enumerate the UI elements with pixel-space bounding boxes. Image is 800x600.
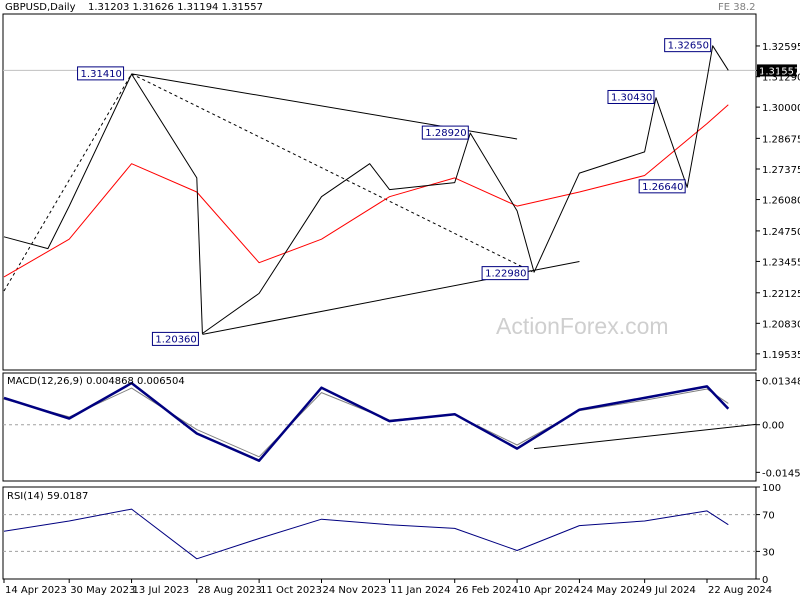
- x-tick-label: 14 Apr 2023: [5, 585, 67, 596]
- price-y-tick-label: 1.22125: [762, 289, 800, 300]
- x-tick-label: 30 May 2023: [70, 585, 135, 596]
- x-tick-label: 22 Aug 2024: [708, 585, 772, 596]
- rsi-y-tick-label: 100: [762, 483, 781, 494]
- chart-canvas: ActionForex.com 1.31410 1.20360 1.28920 1.2…: [0, 0, 800, 600]
- rsi-label: RSI(14) 59.0187: [7, 491, 88, 502]
- pivot-label: 1.30430: [611, 92, 652, 103]
- price-y-tick-label: 1.26080: [762, 196, 800, 207]
- pivot-label: 1.28920: [425, 128, 466, 139]
- x-tick-label: 11 Jan 2024: [391, 585, 451, 596]
- fe-level-label: FE 38.2: [718, 2, 756, 13]
- x-tick-label: 13 Jul 2023: [133, 585, 190, 596]
- x-tick-label: 24 Nov 2023: [322, 585, 386, 596]
- pivot-label: 1.22980: [485, 269, 526, 280]
- macd-y-tick-label: 0.00: [762, 421, 784, 432]
- price-y-tick-label: 1.24750: [762, 227, 800, 238]
- x-tick-label: 28 Aug 2023: [198, 585, 262, 596]
- pivot-label: 1.20360: [155, 334, 196, 345]
- price-y-tick-label: 1.31290: [762, 73, 800, 84]
- macd-y-tick-label: 0.013489: [762, 377, 800, 388]
- price-y-tick-label: 1.32595: [762, 42, 800, 53]
- pivot-label: 1.32650: [668, 41, 709, 52]
- pivot-label: 1.31410: [81, 69, 122, 80]
- watermark: ActionForex.com: [496, 313, 669, 339]
- price-y-tick-label: 1.30000: [762, 103, 800, 114]
- chart-title: GBPUSD,Daily: [5, 2, 76, 13]
- rsi-y-tick-label: 70: [762, 511, 775, 522]
- x-tick-label: 10 Apr 2024: [518, 585, 580, 596]
- x-tick-label: 9 Jul 2024: [646, 585, 696, 596]
- rsi-y-tick-label: 30: [762, 547, 775, 558]
- macd-y-tick-label: -0.014554: [762, 468, 800, 479]
- price-y-tick-label: 1.20830: [762, 319, 800, 330]
- x-tick-label: 24 May 2024: [580, 585, 645, 596]
- x-tick-label: 11 Oct 2023: [260, 585, 322, 596]
- ohlc-readout: 1.31203 1.31626 1.31194 1.31557: [88, 2, 263, 13]
- pivot-label: 1.26640: [642, 182, 683, 193]
- price-y-tick-label: 1.23455: [762, 257, 800, 268]
- price-y-tick-label: 1.27375: [762, 165, 800, 176]
- price-y-tick-label: 1.19535: [762, 350, 800, 361]
- chart-background: [0, 0, 800, 600]
- macd-label: MACD(12,26,9) 0.004868 0.006504: [7, 376, 185, 387]
- x-tick-label: 26 Feb 2024: [456, 585, 518, 596]
- price-y-tick-label: 1.28675: [762, 134, 800, 145]
